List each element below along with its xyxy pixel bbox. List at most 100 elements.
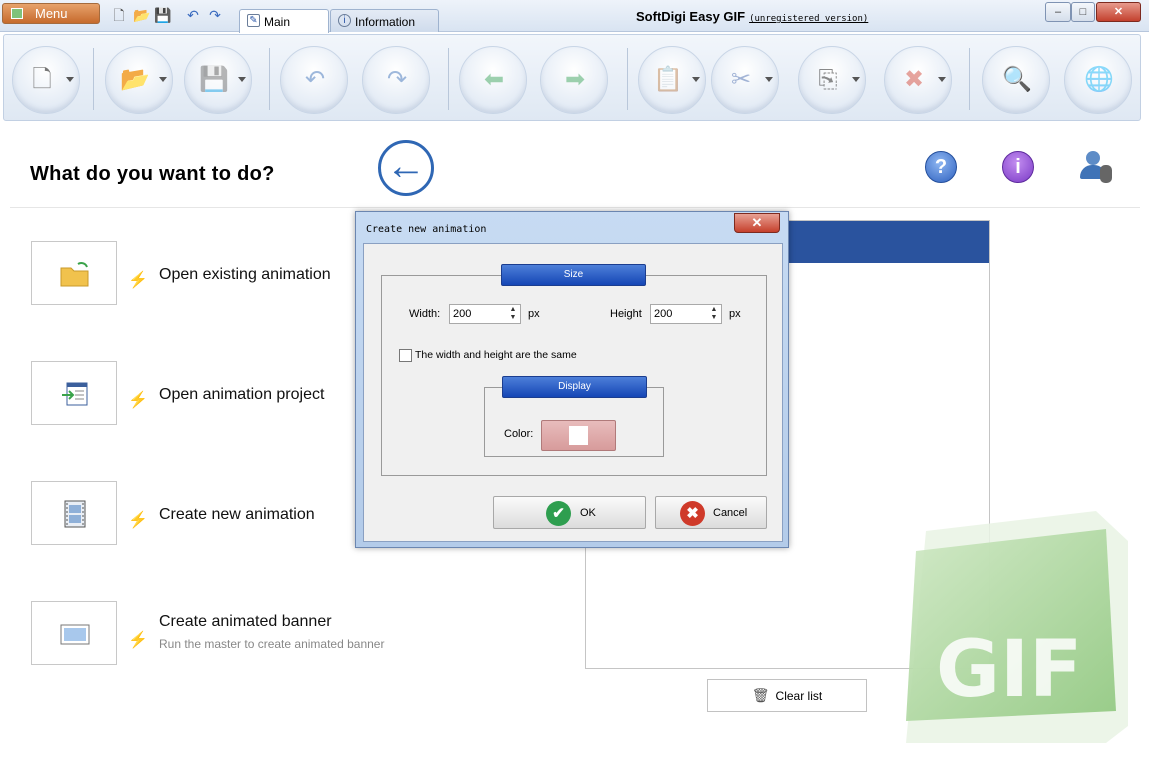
size-group-header: Size [501, 264, 646, 286]
film-icon [64, 500, 86, 528]
open-icon[interactable]: 📂 [133, 7, 150, 23]
ok-label: OK [580, 507, 596, 519]
same-size-checkbox[interactable] [399, 349, 412, 362]
create-new-animation-button[interactable] [31, 481, 117, 545]
copy-button[interactable]: ⎘ [798, 46, 866, 114]
scissors-icon: ✂ [730, 66, 752, 93]
color-swatch [569, 426, 588, 445]
app-name: SoftDigi Easy GIF [636, 9, 746, 24]
key-shape [1100, 165, 1112, 183]
preview-button[interactable]: 🔍 [982, 46, 1050, 114]
create-animated-banner-button[interactable] [31, 601, 117, 665]
info-tab-icon: i [338, 14, 351, 27]
user-head-shape [1086, 151, 1100, 165]
minimize-button[interactable]: – [1045, 2, 1071, 22]
toolbar-separator [448, 48, 449, 110]
arrow-left-icon: ⬅ [483, 66, 505, 93]
dialog-close-button[interactable]: ✕ [734, 213, 780, 233]
maximize-button[interactable]: □ [1071, 2, 1095, 22]
width-spinner[interactable]: 200 ▲ ▼ [449, 304, 521, 324]
folder-icon [60, 261, 89, 287]
tab-main[interactable]: ✎ Main [239, 9, 329, 33]
web-search-icon: 🔍 [1002, 66, 1032, 93]
tab-information-label: Information [355, 15, 416, 29]
save-button[interactable]: 💾 [184, 46, 252, 114]
gif-logo-text: GIF [936, 625, 1082, 715]
title-bar: Menu 🗋 📂 💾 ↶ ↷ ✎ Main i Information Soft… [0, 0, 1149, 33]
action-description: Run the master to create animated banner [159, 637, 385, 651]
color-picker-button[interactable] [541, 420, 616, 451]
redo-icon: ↷ [386, 66, 408, 93]
ok-button[interactable]: ✔ OK [493, 496, 646, 529]
menu-button[interactable]: Menu [2, 3, 100, 24]
open-animation-project-button[interactable] [31, 361, 117, 425]
new-icon[interactable]: 🗋 [111, 7, 127, 23]
arrow-right-icon: ➡ [564, 66, 586, 93]
paste-button[interactable]: 📋 [638, 46, 706, 114]
redo-button[interactable]: ↷ [362, 46, 430, 114]
clear-list-button[interactable]: 🗑 Clear list [707, 679, 867, 712]
chevron-down-icon [66, 77, 74, 82]
x-circle-icon: ✖ [680, 501, 705, 526]
project-icon [62, 382, 88, 406]
same-size-label[interactable]: The width and height are the same [415, 349, 577, 361]
undo-icon[interactable]: ↶ [185, 7, 201, 23]
height-value: 200 [654, 308, 673, 320]
back-button[interactable]: ⬅ [459, 46, 527, 114]
dialog-title: Create new animation [366, 224, 487, 235]
info-icon[interactable]: i [1002, 151, 1034, 183]
height-spinner[interactable]: 200 ▲ ▼ [650, 304, 722, 324]
menu-label: Menu [35, 6, 68, 21]
open-existing-animation-button[interactable] [31, 241, 117, 305]
menu-icon [11, 8, 23, 19]
circle-arrow-left-icon[interactable]: ← [378, 140, 434, 196]
delete-button[interactable]: ✖ [884, 46, 952, 114]
clear-list-label: Clear list [775, 689, 823, 703]
web-upload-icon: 🌐 [1084, 66, 1114, 93]
height-unit: px [729, 308, 741, 320]
cut-button[interactable]: ✂ [711, 46, 779, 114]
help-icon[interactable]: ? [925, 151, 957, 183]
open-button[interactable]: 📂 [105, 46, 173, 114]
copy-icon: ⎘ [818, 66, 838, 93]
redo-icon[interactable]: ↷ [207, 7, 223, 23]
save-icon: 💾 [199, 66, 229, 93]
open-folder-icon: 📂 [120, 66, 150, 93]
height-label: Height [610, 308, 642, 320]
action-label[interactable]: Create new animation [159, 506, 315, 524]
action-label[interactable]: Create animated banner [159, 613, 332, 631]
user-key-icon[interactable] [1080, 151, 1114, 185]
tab-information[interactable]: i Information [330, 9, 439, 32]
forward-button[interactable]: ➡ [540, 46, 608, 114]
gif-logo: GIF [906, 511, 1128, 743]
chevron-down-icon [692, 77, 700, 82]
color-label: Color: [504, 428, 534, 440]
close-button[interactable]: ✕ [1096, 2, 1141, 22]
cancel-button[interactable]: ✖ Cancel [655, 496, 767, 529]
spinner-arrows-icon[interactable]: ▲ ▼ [709, 306, 719, 322]
upload-button[interactable]: 🌐 [1064, 46, 1132, 114]
chevron-down-icon [238, 77, 246, 82]
toolbar-separator [269, 48, 270, 110]
create-new-animation-dialog: Create new animation ✕ Size Width: 200 ▲… [355, 211, 789, 548]
toolbar-separator [627, 48, 628, 110]
paste-icon: 📋 [653, 66, 683, 93]
save-icon[interactable]: 💾 [154, 7, 171, 23]
main-tab-icon: ✎ [247, 14, 260, 27]
lightning-icon: ⚡ [128, 392, 148, 409]
tab-main-label: Main [264, 15, 291, 29]
delete-icon: ✖ [903, 66, 925, 93]
chevron-down-icon [938, 77, 946, 82]
width-value: 200 [453, 308, 472, 320]
lightning-icon: ⚡ [128, 512, 148, 529]
undo-button[interactable]: ↶ [280, 46, 348, 114]
page-title: What do you want to do? [30, 163, 275, 185]
dialog-body: Size Width: 200 ▲ ▼ px Height 200 ▲ ▼ px T… [363, 243, 783, 542]
action-label[interactable]: Open existing animation [159, 266, 331, 284]
divider [10, 207, 1140, 208]
spinner-arrows-icon[interactable]: ▲ ▼ [508, 306, 518, 322]
undo-icon: ↶ [304, 66, 326, 93]
check-icon: ✔ [546, 501, 571, 526]
action-label[interactable]: Open animation project [159, 386, 324, 404]
new-button[interactable]: 🗋 [12, 46, 80, 114]
